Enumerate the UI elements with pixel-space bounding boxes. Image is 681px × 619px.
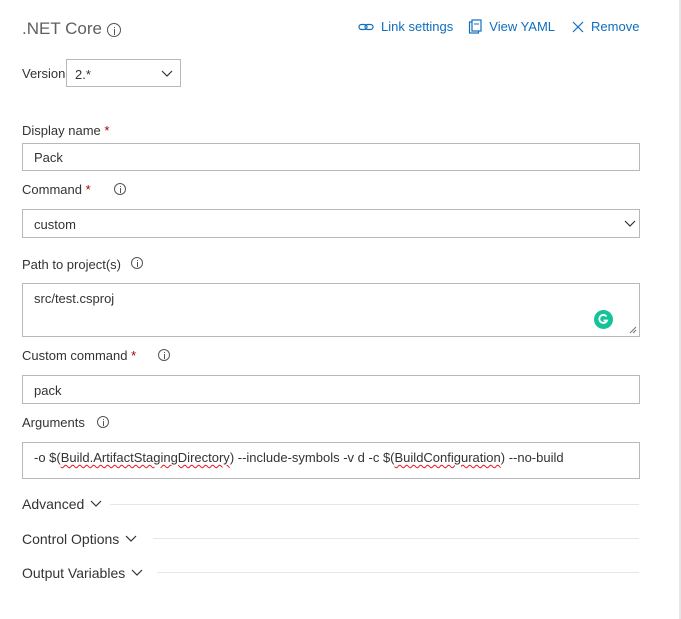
info-icon[interactable] <box>97 416 109 428</box>
version-value: 2.* <box>75 67 91 82</box>
section-advanced[interactable]: Advanced <box>22 496 102 512</box>
info-icon[interactable] <box>158 349 170 361</box>
view-yaml-button[interactable]: View YAML <box>468 19 555 34</box>
path-to-projects-value: src/test.csproj <box>34 291 115 306</box>
display-name-label-text: Display name <box>22 123 101 138</box>
chevron-down-icon <box>125 535 137 542</box>
required-marker: * <box>85 182 91 197</box>
custom-command-input[interactable]: pack <box>22 375 640 404</box>
arguments-text: ) --include-symbols -v d -c $( <box>229 450 395 465</box>
grammarly-g-glyph <box>598 314 609 324</box>
arguments-value: -o $(Build.ArtifactStagingDirectory) --i… <box>34 450 564 465</box>
arguments-text: -o $( <box>34 450 61 465</box>
section-output-variables[interactable]: Output Variables <box>22 565 143 581</box>
info-icon[interactable] <box>131 257 143 269</box>
grammarly-icon[interactable] <box>594 310 613 329</box>
path-to-projects-label: Path to project(s) <box>22 257 121 272</box>
remove-button[interactable]: Remove <box>572 19 639 34</box>
section-divider <box>157 572 639 573</box>
close-icon <box>572 21 584 32</box>
version-dropdown[interactable]: 2.* <box>66 59 181 87</box>
required-marker: * <box>131 348 137 363</box>
path-to-projects-textarea[interactable]: src/test.csproj <box>22 283 640 337</box>
command-label-text: Command <box>22 182 82 197</box>
section-control-options[interactable]: Control Options <box>22 531 137 547</box>
arguments-text: ) --no-build <box>500 450 564 465</box>
section-divider <box>110 504 639 505</box>
clipboard-icon <box>469 19 482 34</box>
link-settings-button[interactable]: Link settings <box>358 19 453 34</box>
info-icon[interactable] <box>107 23 121 37</box>
section-divider <box>153 538 639 539</box>
task-header-links: Link settings View YAML Remove <box>358 19 639 34</box>
section-advanced-label: Advanced <box>22 496 85 512</box>
command-dropdown[interactable]: custom <box>22 209 640 238</box>
link-settings-label: Link settings <box>381 19 454 34</box>
chevron-down-icon <box>90 500 102 507</box>
arguments-label: Arguments <box>22 415 85 430</box>
arguments-text-spellcheck: Build.ArtifactStagingDirectory <box>60 450 230 465</box>
task-title: .NET Core <box>22 19 102 38</box>
command-value: custom <box>34 217 76 232</box>
remove-label: Remove <box>591 19 640 34</box>
custom-command-label-text: Custom command <box>22 348 128 363</box>
chevron-down-icon <box>131 569 143 576</box>
version-label: Version <box>22 66 66 81</box>
arguments-text-spellcheck: BuildConfiguration <box>394 450 501 465</box>
display-name-label: Display name * <box>22 123 109 138</box>
arguments-input[interactable]: -o $(Build.ArtifactStagingDirectory) --i… <box>22 442 640 479</box>
required-marker: * <box>104 123 110 138</box>
display-name-value: Pack <box>34 150 63 165</box>
display-name-input[interactable]: Pack <box>22 143 640 171</box>
chevron-down-icon <box>624 220 636 227</box>
chevron-down-icon <box>161 70 173 77</box>
command-label: Command * <box>22 182 91 197</box>
view-yaml-label: View YAML <box>489 19 556 34</box>
link-icon <box>358 23 374 30</box>
info-icon[interactable] <box>114 183 126 195</box>
custom-command-label: Custom command * <box>22 348 136 363</box>
custom-command-value: pack <box>34 383 62 398</box>
section-control-options-label: Control Options <box>22 531 120 547</box>
section-output-variables-label: Output Variables <box>22 565 126 581</box>
resize-handle-icon[interactable] <box>629 326 637 334</box>
